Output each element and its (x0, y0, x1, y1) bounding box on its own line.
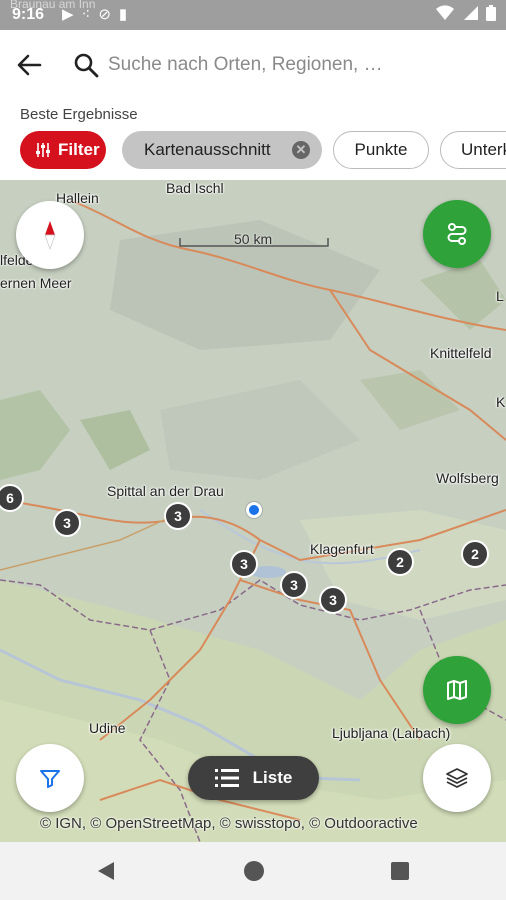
status-left-icons: ▶ ⁖ ⊘ ▮ (62, 5, 127, 23)
map-view[interactable]: 50 km Hallein Bad Ischl lfelden ernen Me… (0, 180, 506, 842)
place-label: Ljubljana (Laibach) (332, 725, 451, 741)
route-icon (447, 223, 467, 245)
wifi-icon (436, 5, 454, 21)
poi-cluster[interactable]: 3 (319, 586, 347, 614)
points-chip-label: Punkte (354, 140, 408, 159)
battery-icon (486, 5, 496, 21)
back-arrow-icon[interactable] (14, 50, 44, 80)
play-icon: ▶ (62, 6, 74, 23)
list-button-label: Liste (252, 768, 293, 787)
place-label: K (496, 394, 506, 410)
compass-icon (44, 221, 56, 250)
search-icon (74, 53, 99, 78)
compass-button[interactable] (16, 201, 84, 269)
home-circle-icon[interactable] (244, 861, 264, 881)
place-label: Wolfsberg (436, 470, 499, 486)
accommodation-chip[interactable]: Unterk (440, 131, 506, 169)
filter-chip[interactable]: Filter (20, 131, 106, 169)
search-header (0, 30, 506, 100)
filter-chip-label: Filter (58, 140, 100, 159)
filter-sliders-icon (36, 143, 50, 157)
map-tour-button[interactable] (423, 656, 491, 724)
route-planner-button[interactable] (423, 200, 491, 268)
place-label: Klagenfurt (310, 541, 374, 557)
map-scale-label: 50 km (234, 231, 273, 247)
no-sim-icon: ⊘ (98, 6, 111, 23)
dots-icon: ⁖ (81, 6, 91, 23)
back-triangle-icon[interactable] (96, 861, 116, 881)
current-location-dot (246, 502, 262, 518)
system-nav-bar (0, 842, 506, 900)
place-label: Udine (89, 720, 126, 736)
status-right-icons (436, 5, 496, 21)
status-bar: Braunau am Inn 9:16 ▶ ⁖ ⊘ ▮ (0, 0, 506, 30)
signal-icon (464, 6, 478, 20)
search-input[interactable] (108, 50, 488, 80)
list-icon (214, 769, 239, 787)
layers-icon (446, 768, 468, 788)
funnel-icon (40, 770, 60, 788)
map-book-icon (447, 680, 467, 700)
place-label: Knittelfeld (430, 345, 492, 361)
filter-chips-row: Filter Kartenausschnitt ✕ Punkte Unterk (0, 131, 506, 171)
list-button[interactable]: Liste (188, 756, 319, 800)
map-section-chip[interactable]: Kartenausschnitt ✕ (122, 131, 322, 169)
place-label: L (496, 288, 504, 304)
points-chip[interactable]: Punkte (333, 131, 429, 169)
place-label: Bad Ischl (166, 180, 224, 196)
status-time: 9:16 (12, 6, 45, 23)
poi-cluster[interactable]: 3 (230, 550, 258, 578)
poi-cluster[interactable]: 2 (386, 548, 414, 576)
poi-cluster[interactable]: 3 (164, 502, 192, 530)
map-filter-button[interactable] (16, 744, 84, 812)
map-attribution: © IGN, © OpenStreetMap, © swisstopo, © O… (40, 815, 418, 832)
poi-cluster[interactable]: 2 (461, 540, 489, 568)
place-label: Spittal an der Drau (107, 483, 224, 499)
poi-cluster[interactable]: 3 (53, 509, 81, 537)
accommodation-chip-label: Unterk (461, 140, 506, 159)
sd-card-icon: ▮ (118, 6, 128, 23)
map-section-chip-label: Kartenausschnitt (144, 140, 271, 159)
place-label: ernen Meer (0, 275, 72, 291)
best-results-label: Beste Ergebnisse (20, 106, 138, 123)
poi-cluster[interactable]: 3 (280, 571, 308, 599)
clear-chip-icon[interactable]: ✕ (292, 141, 310, 159)
recents-square-icon[interactable] (391, 862, 409, 880)
layers-button[interactable] (423, 744, 491, 812)
